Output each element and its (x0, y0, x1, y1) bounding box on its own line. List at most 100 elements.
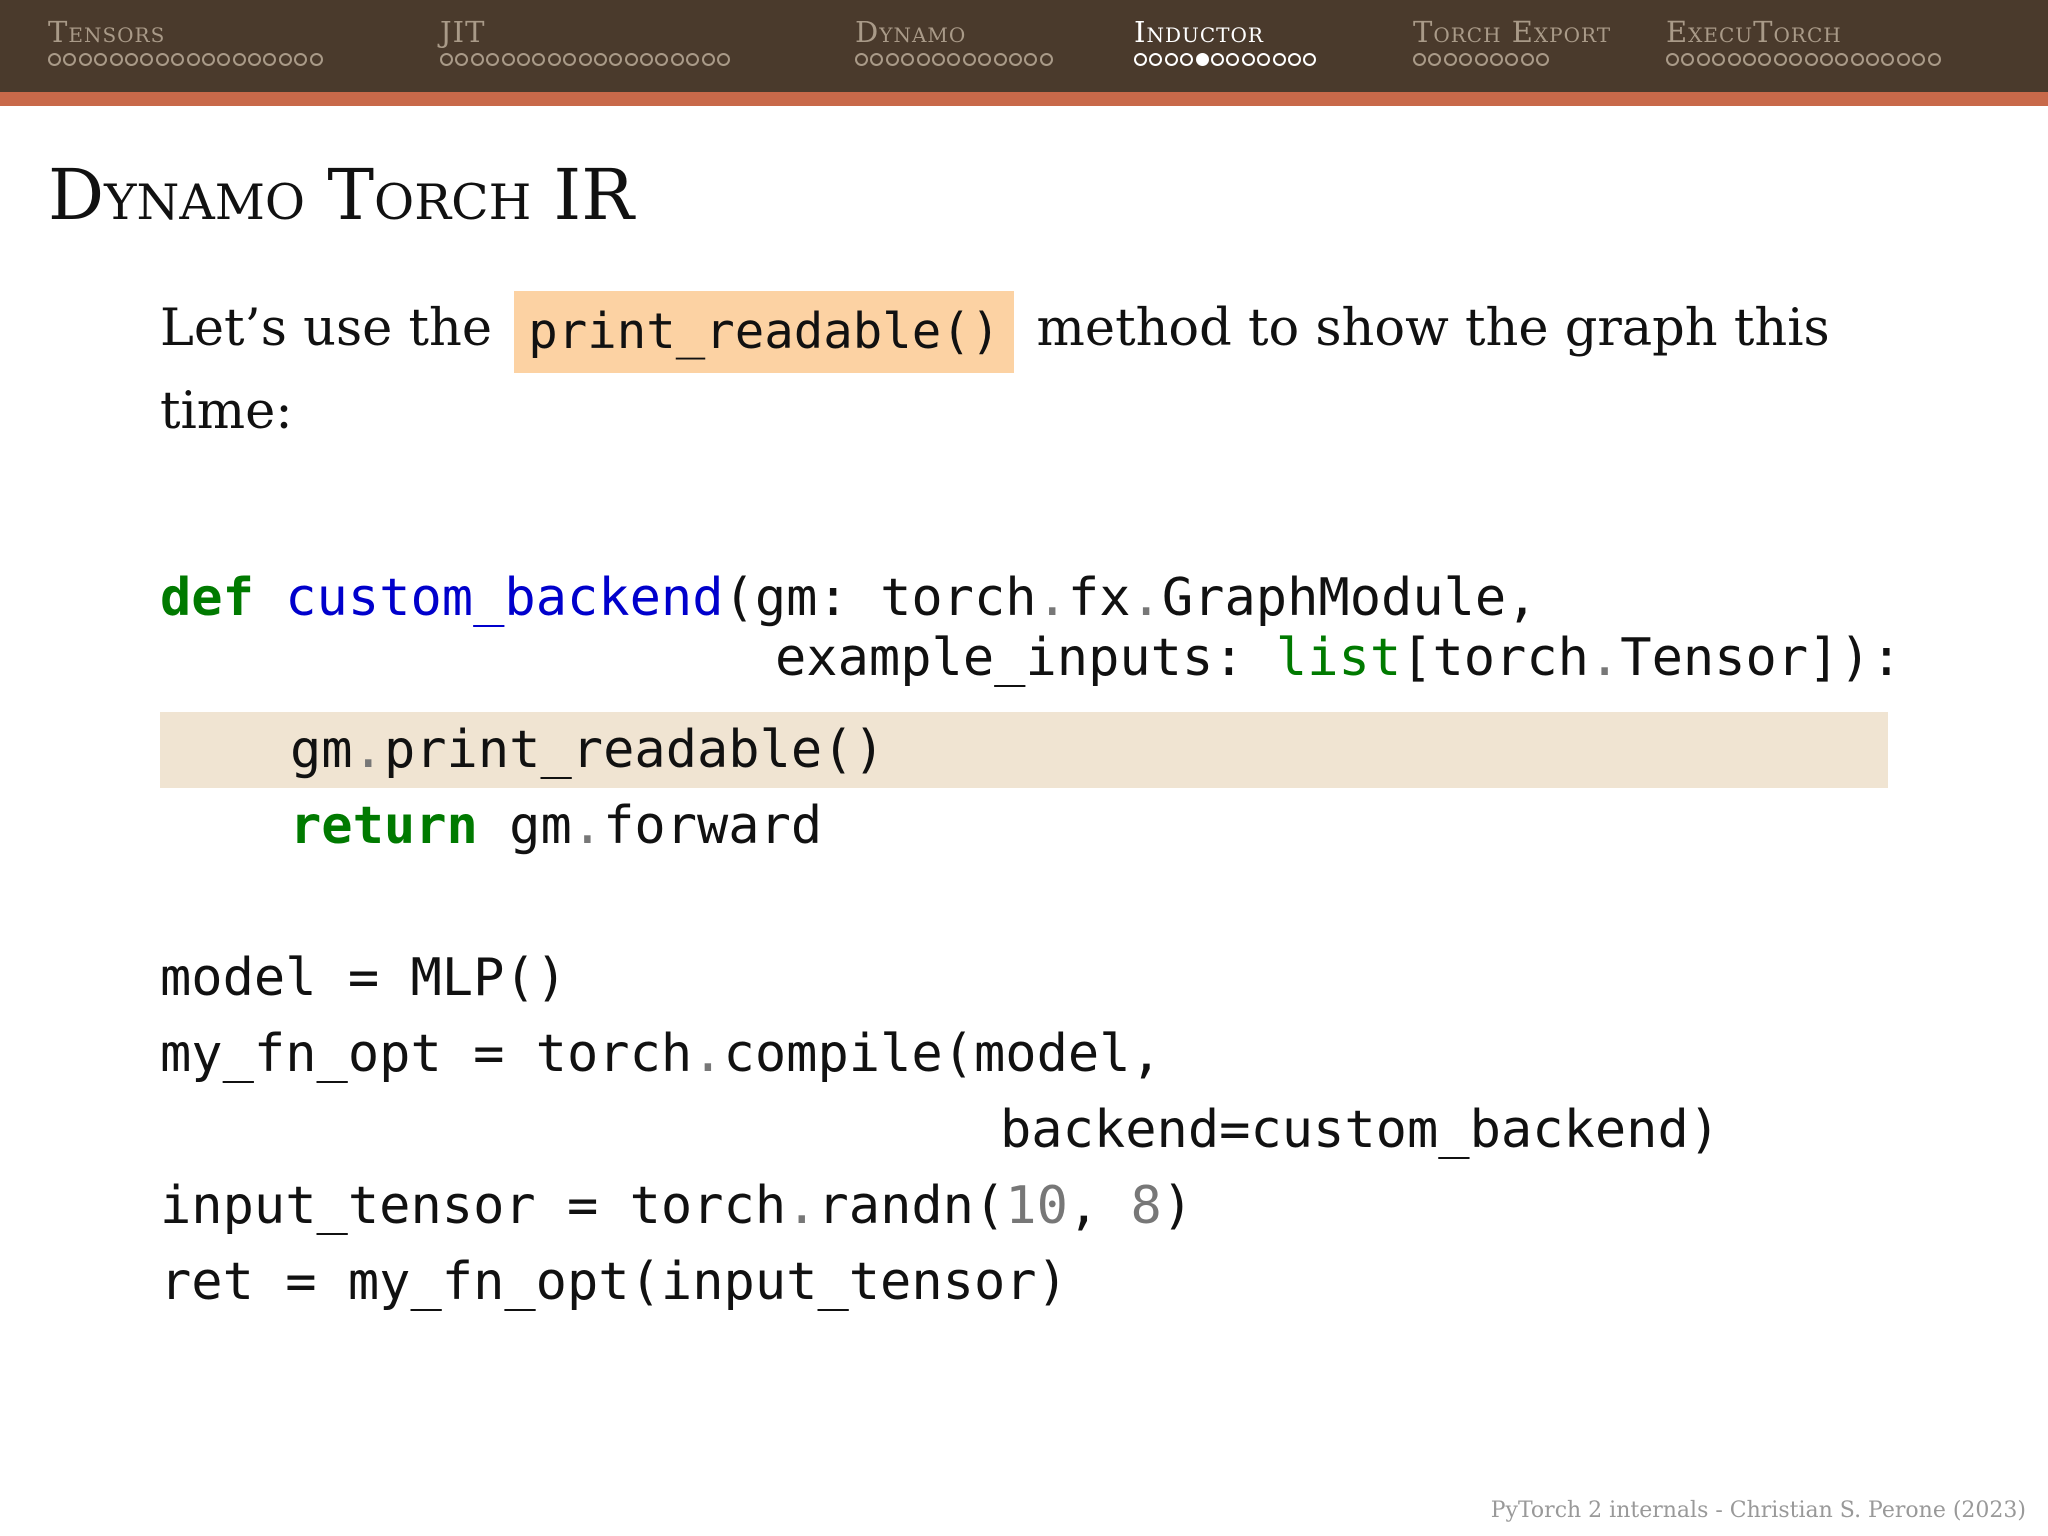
slide-dot[interactable] (501, 53, 515, 66)
slide-dot[interactable] (1413, 53, 1426, 66)
slide-dot[interactable] (440, 53, 453, 66)
slide-dot[interactable] (885, 53, 899, 66)
slide-dot[interactable] (1850, 53, 1864, 66)
slide-dot[interactable] (263, 53, 277, 66)
slide-dot[interactable] (1428, 53, 1442, 66)
slide-dot[interactable] (1226, 53, 1240, 66)
slide-dot[interactable] (640, 53, 654, 66)
slide-dot[interactable] (155, 53, 169, 66)
slide-dot[interactable] (486, 53, 500, 66)
slide-dot[interactable] (901, 53, 915, 66)
slide-title: Dynamo Torch IR (48, 154, 634, 236)
code-line: ret = my_fn_opt(input_tensor) (160, 1252, 1068, 1312)
slide-dot[interactable] (1712, 53, 1726, 66)
slide-dot[interactable] (1505, 53, 1519, 66)
slide-dot[interactable] (455, 53, 469, 66)
code-builtin: list (1275, 628, 1402, 688)
slide-dot[interactable] (962, 53, 976, 66)
slide-dot[interactable] (63, 53, 77, 66)
slide-dot[interactable] (855, 53, 868, 66)
slide-dot[interactable] (1303, 53, 1317, 66)
intro-paragraph: Let’s use the print_readable() method to… (160, 290, 1840, 450)
slide-dot[interactable] (1927, 53, 1941, 66)
nav-section-jit[interactable]: JIT (440, 18, 731, 73)
slide-dot[interactable] (1742, 53, 1756, 66)
slide-dot[interactable] (217, 53, 231, 66)
slide-dot[interactable] (1180, 53, 1194, 66)
slide-dot[interactable] (1008, 53, 1022, 66)
slide-dot[interactable] (1536, 53, 1550, 66)
slide-dot[interactable] (78, 53, 92, 66)
slide-dot[interactable] (248, 53, 262, 66)
slide-dot[interactable] (48, 53, 61, 66)
slide-dot[interactable] (547, 53, 561, 66)
slide-dot[interactable] (171, 53, 185, 66)
slide-dot[interactable] (1149, 53, 1163, 66)
slide-dot[interactable] (278, 53, 292, 66)
slide-dot[interactable] (686, 53, 700, 66)
slide-dot[interactable] (593, 53, 607, 66)
nav-section-executorch[interactable]: ExecuTorch (1666, 18, 1941, 73)
slide-dot[interactable] (201, 53, 215, 66)
slide-dot[interactable] (563, 53, 577, 66)
slide-dot[interactable] (1520, 53, 1534, 66)
slide-dot[interactable] (978, 53, 992, 66)
slide-dot[interactable] (1727, 53, 1741, 66)
slide-dot[interactable] (1758, 53, 1772, 66)
slide-dot[interactable] (931, 53, 945, 66)
slide-dot[interactable] (1489, 53, 1503, 66)
slide-dot[interactable] (1443, 53, 1457, 66)
slide-dot[interactable] (1287, 53, 1301, 66)
slide-dot[interactable] (609, 53, 623, 66)
slide-dot[interactable] (1804, 53, 1818, 66)
slide-dot[interactable] (870, 53, 884, 66)
code-dot: . (1130, 568, 1162, 628)
slide-dot[interactable] (701, 53, 715, 66)
slide-dot[interactable] (1039, 53, 1053, 66)
slide-dot[interactable] (1789, 53, 1803, 66)
slide-dot[interactable] (470, 53, 484, 66)
nav-section-inductor[interactable]: Inductor (1134, 18, 1317, 73)
slide-dot[interactable] (1134, 53, 1147, 66)
nav-section-tensors[interactable]: Tensors (48, 18, 323, 73)
slide-dot[interactable] (1666, 53, 1679, 66)
slide-dot[interactable] (294, 53, 308, 66)
slide-dot[interactable] (109, 53, 123, 66)
slide-dot[interactable] (232, 53, 246, 66)
slide-dot[interactable] (1272, 53, 1286, 66)
slide-dot[interactable] (578, 53, 592, 66)
slide-dot[interactable] (186, 53, 200, 66)
slide-dot[interactable] (1773, 53, 1787, 66)
slide-dot[interactable] (916, 53, 930, 66)
slide-dot[interactable] (1835, 53, 1849, 66)
slide-dot[interactable] (717, 53, 731, 66)
nav-section-torch-export[interactable]: Torch Export (1413, 18, 1611, 73)
slide-dot[interactable] (1459, 53, 1473, 66)
slide-dot[interactable] (124, 53, 138, 66)
slide-dot[interactable] (1866, 53, 1880, 66)
slide-dot[interactable] (532, 53, 546, 66)
slide-dot[interactable] (1896, 53, 1910, 66)
slide-dot[interactable] (1681, 53, 1695, 66)
slide-dot[interactable] (947, 53, 961, 66)
nav-section-dynamo[interactable]: Dynamo (855, 18, 1053, 73)
slide-dot[interactable] (670, 53, 684, 66)
slide-dot[interactable] (309, 53, 323, 66)
slide-dot[interactable] (1474, 53, 1488, 66)
slide-dot[interactable] (1210, 53, 1224, 66)
slide-dot[interactable] (516, 53, 530, 66)
slide-dot[interactable] (1241, 53, 1255, 66)
current-slide-dot[interactable] (1195, 53, 1209, 66)
slide-dot[interactable] (1257, 53, 1271, 66)
slide-dot[interactable] (655, 53, 669, 66)
slide-dot[interactable] (94, 53, 108, 66)
slide-dot[interactable] (624, 53, 638, 66)
slide-dot[interactable] (1912, 53, 1926, 66)
slide-dot[interactable] (1024, 53, 1038, 66)
slide-dot[interactable] (1881, 53, 1895, 66)
slide-dot[interactable] (993, 53, 1007, 66)
slide-dot[interactable] (140, 53, 154, 66)
slide-dot[interactable] (1819, 53, 1833, 66)
slide-dot[interactable] (1164, 53, 1178, 66)
slide-dot[interactable] (1696, 53, 1710, 66)
